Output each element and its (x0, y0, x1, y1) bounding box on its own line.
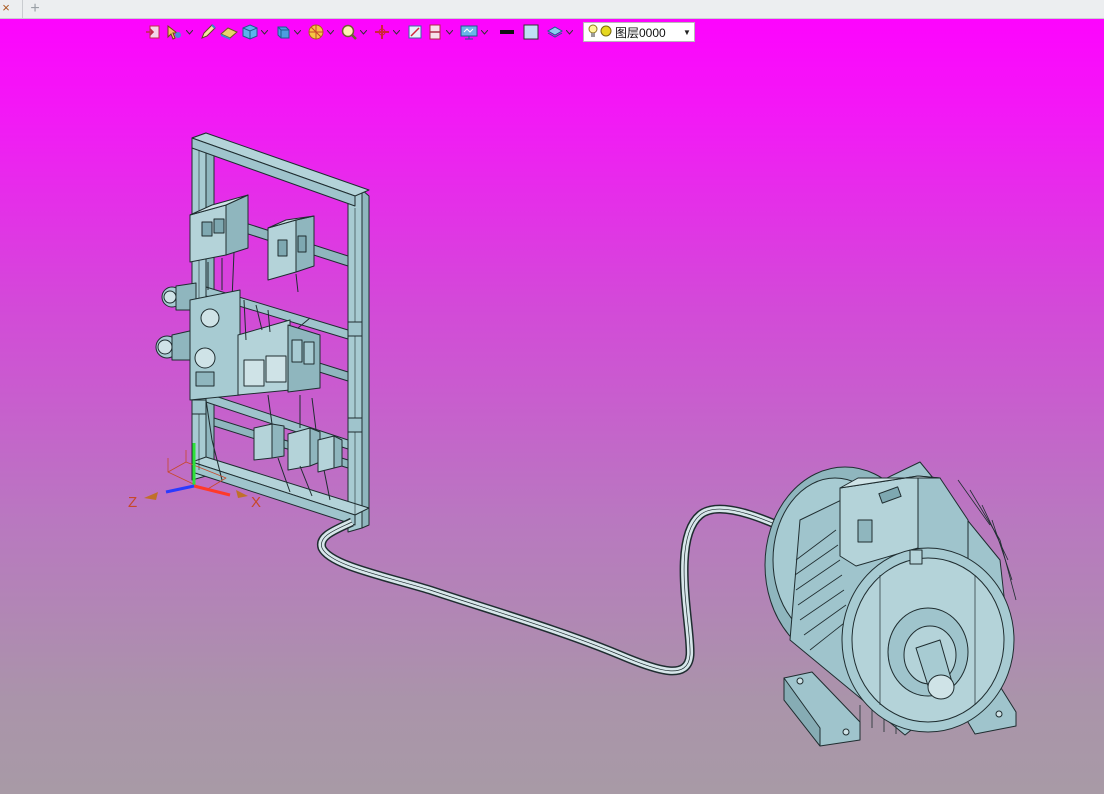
exit-sketch-icon[interactable] (144, 21, 162, 43)
clip-plane-icon[interactable] (426, 21, 444, 43)
select-filter-icon[interactable] (164, 21, 184, 43)
section-icon[interactable] (406, 21, 424, 43)
pen-icon[interactable] (199, 21, 217, 43)
cad-application-window: × + Z X 图层0000 ▼ (0, 0, 1104, 794)
chevron-down-icon[interactable] (327, 21, 334, 43)
chevron-down-icon[interactable] (294, 21, 301, 43)
chevron-down-icon[interactable] (566, 21, 573, 43)
layer-name: 图层0000 (615, 25, 666, 40)
solid-cube-icon[interactable] (241, 21, 259, 43)
axis-label-x: X (251, 494, 261, 511)
axis-label-z: Z (128, 494, 137, 511)
lightbulb-icon[interactable] (588, 24, 598, 41)
scene-canvas[interactable]: Z X (0, 19, 1104, 794)
chevron-down-icon[interactable] (446, 21, 453, 43)
display-monitor-icon[interactable] (459, 21, 479, 43)
chevron-down-icon[interactable] (186, 21, 193, 43)
view-toolbar: 图层0000 ▼ (144, 21, 695, 43)
layer-stack-icon[interactable] (546, 21, 564, 43)
dropdown-arrow-icon[interactable]: ▼ (680, 28, 694, 37)
close-tab-button[interactable]: × (0, 0, 12, 18)
view-orient-icon[interactable] (274, 21, 292, 43)
line-style-icon[interactable] (498, 21, 516, 43)
new-tab-button[interactable]: + (23, 0, 47, 18)
chevron-down-icon[interactable] (393, 21, 400, 43)
layer-color-icon[interactable] (600, 25, 612, 40)
chevron-down-icon[interactable] (261, 21, 268, 43)
push-button-lower[interactable] (155, 329, 195, 361)
zoom-icon[interactable] (340, 21, 358, 43)
chevron-down-icon[interactable] (360, 21, 367, 43)
document-tab-strip: × + (0, 0, 1104, 19)
chevron-down-icon[interactable] (481, 21, 488, 43)
snap-icon[interactable] (373, 21, 391, 43)
3d-viewport[interactable]: Z X (0, 19, 1104, 794)
eraser-icon[interactable] (219, 21, 239, 43)
layer-selector[interactable]: 图层0000 ▼ (583, 22, 695, 42)
fill-color-icon[interactable] (522, 21, 540, 43)
render-style-icon[interactable] (307, 21, 325, 43)
electric-motor[interactable] (764, 461, 1017, 747)
circuit-breaker-right[interactable] (267, 215, 315, 293)
